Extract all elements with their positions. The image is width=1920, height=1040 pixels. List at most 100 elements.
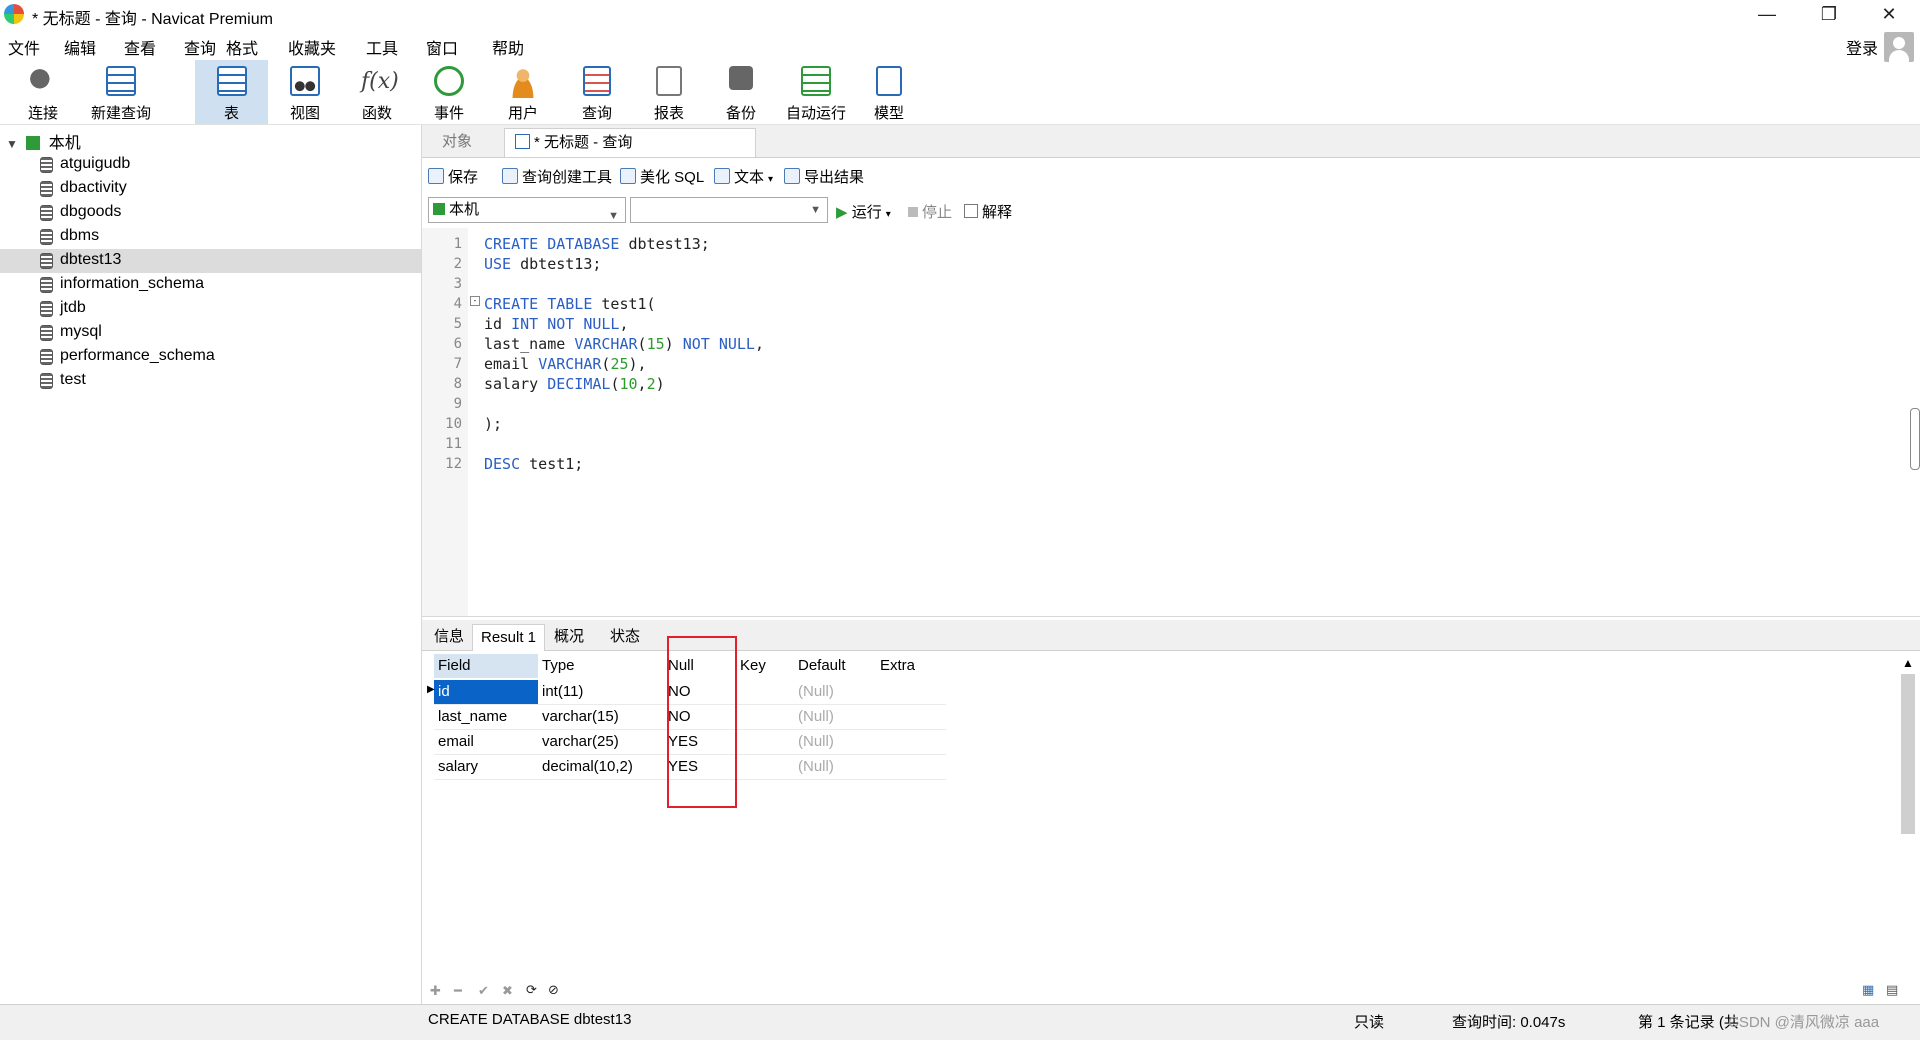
result-cell[interactable]: (Null): [796, 705, 878, 729]
result-cell[interactable]: [878, 755, 946, 779]
toolbar-user-button[interactable]: 用户: [492, 60, 554, 124]
menu-favorites[interactable]: 收藏夹: [288, 35, 336, 59]
code-line[interactable]: salary DECIMAL(10,2): [484, 375, 665, 393]
run-button[interactable]: ▶ 运行 ▾: [836, 201, 891, 222]
result-cell[interactable]: int(11): [540, 680, 662, 704]
tab-info[interactable]: 信息: [426, 624, 472, 650]
menu-query[interactable]: 查询: [184, 35, 216, 59]
column-header-default[interactable]: Default: [796, 654, 878, 678]
toolbar-report-button[interactable]: 报表: [638, 60, 700, 124]
stop-query-icon[interactable]: ⊘: [548, 982, 559, 998]
result-cell[interactable]: (Null): [796, 730, 878, 754]
sql-editor[interactable]: 1 2 3 4 5 6 7 8 9 10 11 12 CREATE DATABASE dbtest13…: [422, 228, 1920, 617]
beautify-sql-button[interactable]: 美化 SQL: [620, 166, 704, 187]
tab-query[interactable]: * 无标题 - 查询: [504, 128, 756, 157]
close-button[interactable]: ✕: [1866, 0, 1912, 30]
connection-select[interactable]: 本机 ▼: [428, 197, 626, 223]
result-cell[interactable]: (Null): [796, 680, 878, 704]
refresh-icon[interactable]: ⟳: [526, 982, 537, 998]
result-cell[interactable]: [878, 680, 946, 704]
menu-tools[interactable]: 工具: [366, 35, 398, 59]
tree-db-performance-schema[interactable]: performance_schema: [38, 345, 421, 369]
tree-db-mysql[interactable]: mysql: [38, 321, 421, 345]
code-line[interactable]: CREATE TABLE test1(: [484, 295, 656, 313]
result-cell[interactable]: [738, 680, 792, 704]
result-cell[interactable]: last_name: [434, 705, 538, 729]
tree-db-dbtest13[interactable]: dbtest13: [0, 249, 421, 273]
stop-button[interactable]: 停止: [908, 201, 952, 222]
result-cell[interactable]: salary: [434, 755, 538, 779]
toolbar-function-button[interactable]: f(x) 函数: [346, 60, 408, 124]
tab-result-1[interactable]: Result 1: [472, 624, 546, 651]
toolbar-new-query-button[interactable]: 新建查询: [86, 60, 156, 124]
restore-button[interactable]: ❐: [1806, 0, 1852, 30]
result-cell[interactable]: varchar(15): [540, 705, 662, 729]
code-line[interactable]: USE dbtest13;: [484, 255, 601, 273]
tree-root-connection[interactable]: ▼ 本机: [6, 129, 81, 153]
menu-format[interactable]: 格式: [226, 35, 258, 59]
tree-db-jtdb[interactable]: jtdb: [38, 297, 421, 321]
text-dropdown-button[interactable]: 文本 ▾: [714, 166, 773, 187]
tree-db-dbactivity[interactable]: dbactivity: [38, 177, 421, 201]
scroll-thumb[interactable]: [1901, 674, 1915, 834]
column-header-type[interactable]: Type: [540, 654, 662, 678]
toolbar-auto-run-button[interactable]: 自动运行: [780, 60, 852, 124]
minimize-button[interactable]: —: [1744, 0, 1790, 30]
menu-file[interactable]: 文件: [8, 35, 40, 59]
tab-objects[interactable]: 对象: [432, 128, 482, 156]
result-cell[interactable]: id: [434, 680, 538, 704]
toolbar-view-button[interactable]: 视图: [274, 60, 336, 124]
save-button[interactable]: 保存: [428, 166, 478, 187]
column-header-extra[interactable]: Extra: [878, 654, 946, 678]
discard-icon[interactable]: ✖: [502, 983, 513, 999]
login-link[interactable]: 登录: [1846, 35, 1878, 59]
toolbar-table-button[interactable]: 表: [195, 60, 268, 124]
code-line[interactable]: last_name VARCHAR(15) NOT NULL,: [484, 335, 764, 353]
chevron-down-icon[interactable]: ▼: [6, 137, 18, 151]
editor-scrollbar[interactable]: [1910, 408, 1920, 470]
result-cell[interactable]: [878, 730, 946, 754]
menu-view[interactable]: 查看: [124, 35, 156, 59]
tree-db-atguigudb[interactable]: atguigudb: [38, 153, 421, 177]
menu-edit[interactable]: 编辑: [64, 35, 96, 59]
toolbar-query-button[interactable]: 查询: [566, 60, 628, 124]
menu-window[interactable]: 窗口: [426, 35, 458, 59]
chevron-up-icon[interactable]: ▲: [1898, 656, 1918, 670]
result-cell[interactable]: [878, 705, 946, 729]
database-select[interactable]: ▼: [630, 197, 828, 223]
toolbar-event-button[interactable]: 事件: [418, 60, 480, 124]
result-cell[interactable]: varchar(25): [540, 730, 662, 754]
add-record-icon[interactable]: ✚: [430, 983, 441, 999]
result-cell[interactable]: [738, 705, 792, 729]
code-line[interactable]: email VARCHAR(25),: [484, 355, 647, 373]
result-cell[interactable]: email: [434, 730, 538, 754]
result-scrollbar[interactable]: ▲: [1898, 656, 1918, 976]
query-builder-button[interactable]: 查询创建工具: [502, 166, 612, 187]
code-line[interactable]: CREATE DATABASE dbtest13;: [484, 235, 710, 253]
delete-record-icon[interactable]: ━: [454, 983, 462, 999]
result-cell[interactable]: [738, 755, 792, 779]
result-cell[interactable]: decimal(10,2): [540, 755, 662, 779]
menu-help[interactable]: 帮助: [492, 35, 524, 59]
tab-status[interactable]: 状态: [602, 624, 648, 650]
toolbar-backup-button[interactable]: 备份: [710, 60, 772, 124]
apply-icon[interactable]: ✔: [478, 983, 489, 999]
tree-db-dbgoods[interactable]: dbgoods: [38, 201, 421, 225]
grid-view-icon[interactable]: ▦: [1862, 982, 1874, 998]
code-line[interactable]: );: [484, 415, 502, 433]
tab-profile[interactable]: 概况: [546, 624, 592, 650]
form-view-icon[interactable]: ▤: [1886, 982, 1898, 998]
code-line[interactable]: id INT NOT NULL,: [484, 315, 629, 333]
column-header-key[interactable]: Key: [738, 654, 792, 678]
tree-db-test[interactable]: test: [38, 369, 421, 393]
code-line[interactable]: DESC test1;: [484, 455, 583, 473]
fold-marker-icon[interactable]: -: [470, 296, 480, 306]
result-cell[interactable]: (Null): [796, 755, 878, 779]
explain-button[interactable]: 解释: [964, 201, 1012, 222]
column-header-field[interactable]: Field: [434, 654, 538, 678]
result-cell[interactable]: [738, 730, 792, 754]
toolbar-model-button[interactable]: 模型: [858, 60, 920, 124]
export-results-button[interactable]: 导出结果: [784, 166, 864, 187]
tree-db-information-schema[interactable]: information_schema: [38, 273, 421, 297]
tree-db-dbms[interactable]: dbms: [38, 225, 421, 249]
